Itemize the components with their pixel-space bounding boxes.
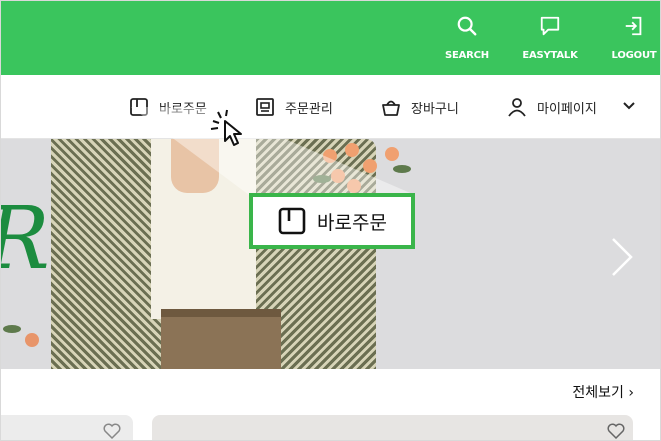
banner-flower	[25, 333, 39, 347]
click-cursor-icon	[210, 109, 242, 146]
quick-order-icon	[278, 207, 306, 235]
order-list-icon	[256, 98, 274, 116]
nav-item-order-management[interactable]: 주문관리	[255, 95, 333, 119]
app-frame: SEARCH EASYTALK LOGOUT 바로주문 주문관리 장바구니 마이…	[0, 0, 661, 441]
logout-label: LOGOUT	[611, 50, 657, 61]
banner-leaf	[393, 165, 411, 173]
easytalk-button[interactable]: EASYTALK	[515, 15, 585, 65]
banner-belt	[161, 309, 281, 317]
callout-label: 바로주문	[317, 211, 387, 234]
user-icon	[508, 98, 526, 117]
nav-item-cart[interactable]: 장바구니	[381, 95, 459, 119]
banner-leaf	[313, 175, 331, 183]
nav-item-quick-order[interactable]: 바로주문	[129, 95, 207, 119]
logout-button[interactable]: LOGOUT	[599, 15, 660, 65]
heart-icon[interactable]	[607, 423, 625, 439]
nav-item-mypage[interactable]: 마이페이지	[507, 95, 597, 119]
quick-order-callout: 바로주문	[249, 193, 415, 249]
search-button[interactable]: SEARCH	[432, 15, 502, 65]
product-card[interactable]	[152, 415, 633, 440]
heart-icon[interactable]	[103, 423, 121, 439]
nav-item-label: 주문관리	[285, 101, 333, 117]
nav-item-label: 장바구니	[411, 101, 459, 117]
banner-leaf	[3, 325, 21, 333]
easytalk-label: EASYTALK	[522, 50, 578, 61]
search-icon	[457, 16, 477, 36]
banner-jacket-left	[51, 139, 161, 369]
nav-item-label: 마이페이지	[537, 101, 597, 117]
banner-logo-letter: R	[1, 189, 50, 289]
logout-icon	[625, 16, 642, 36]
banner-next-arrow-icon[interactable]	[609, 237, 635, 277]
main-nav: 바로주문 주문관리 장바구니 마이페이지	[1, 75, 660, 139]
chevron-down-icon[interactable]	[622, 99, 636, 113]
banner-flower	[323, 149, 337, 163]
basket-icon	[382, 100, 400, 116]
banner-flower	[385, 147, 399, 161]
top-header: SEARCH EASYTALK LOGOUT	[1, 1, 660, 75]
banner-flower	[347, 179, 361, 193]
search-label: SEARCH	[445, 50, 489, 61]
chat-bubble-icon	[540, 16, 560, 36]
quick-order-icon	[130, 98, 148, 116]
banner-pants	[161, 309, 281, 369]
nav-item-label: 바로주문	[159, 101, 207, 117]
hero-banner[interactable]: R	[1, 139, 660, 369]
banner-flower	[331, 169, 345, 183]
view-all-link[interactable]: 전체보기 ›	[572, 382, 634, 402]
banner-flower	[345, 143, 359, 157]
product-card[interactable]	[1, 415, 133, 440]
banner-flower	[363, 159, 377, 173]
